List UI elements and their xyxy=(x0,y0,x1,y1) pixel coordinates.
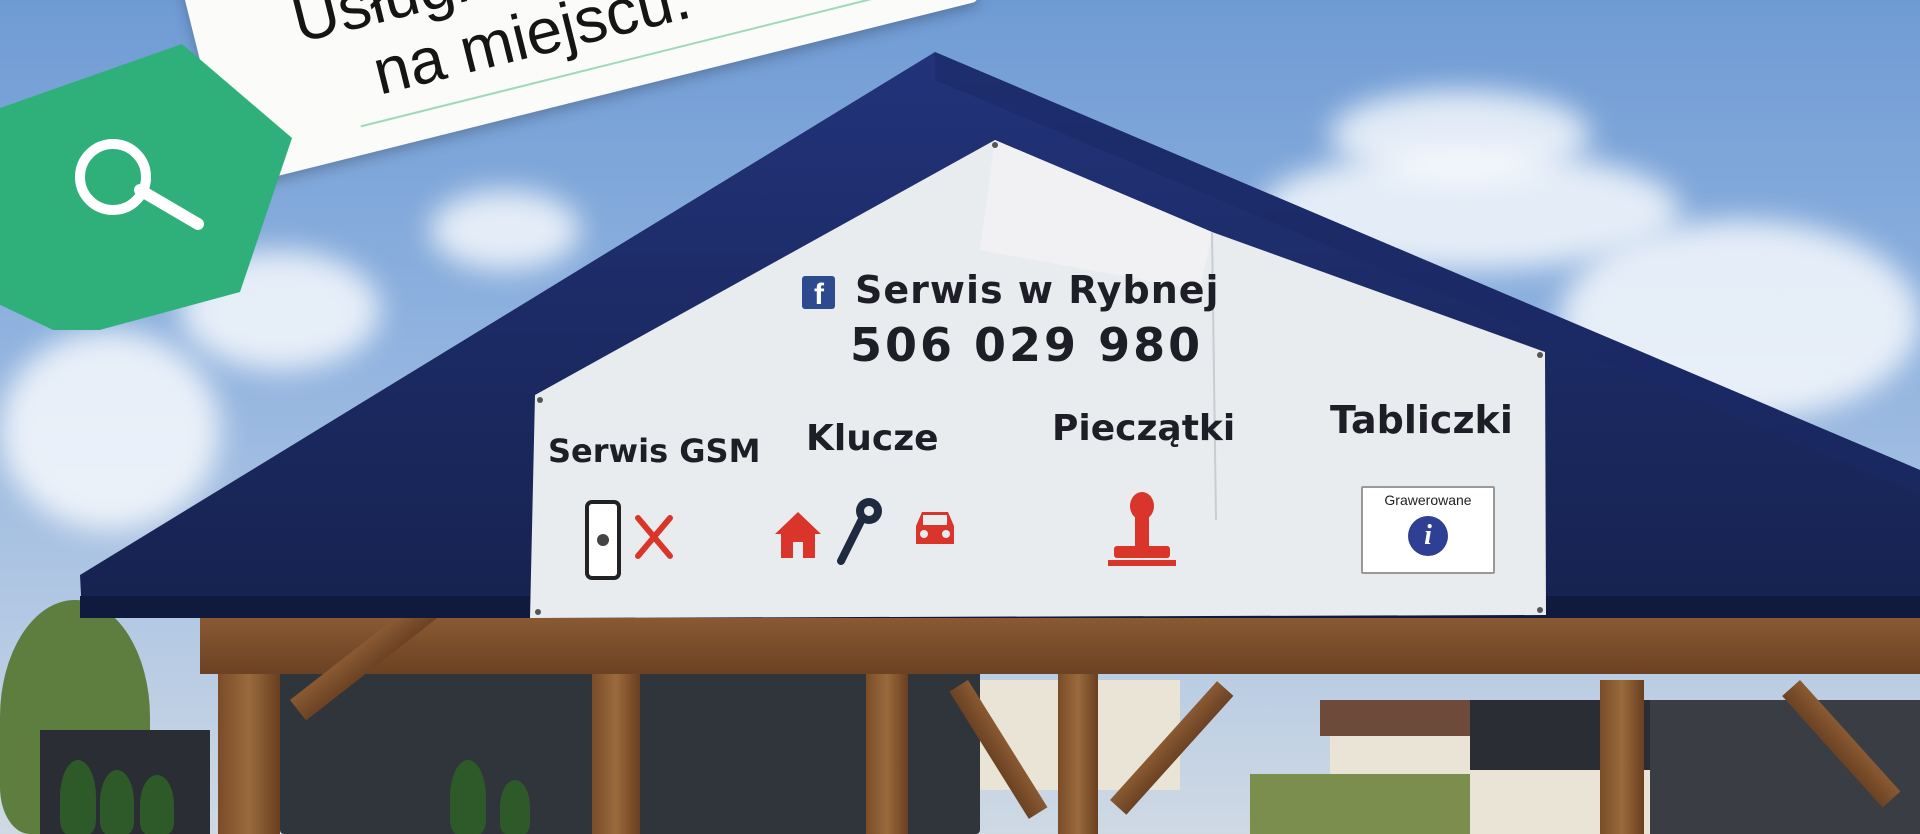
banner-phone: 506 029 980 xyxy=(850,318,1204,372)
service-label-klucze: Klucze xyxy=(806,418,939,459)
plate-caption: Grawerowane xyxy=(1384,492,1472,508)
engraved-plate: Grawerowane i xyxy=(1361,486,1495,574)
house-icon xyxy=(775,512,821,558)
key-icon xyxy=(837,498,882,565)
info-icon: i xyxy=(1408,516,1448,556)
service-label-tabliczki: Tabliczki xyxy=(1330,398,1513,442)
car-icon xyxy=(916,512,954,544)
smartphone-icon xyxy=(585,500,621,580)
stamp-icon xyxy=(1108,492,1176,566)
search-icon xyxy=(75,139,204,230)
banner-page-name: Serwis w Rybnej xyxy=(855,268,1220,312)
info-icon-glyph: i xyxy=(1424,520,1432,551)
service-label-pieczatki: Pieczątki xyxy=(1052,408,1236,449)
tools-icon xyxy=(635,515,673,559)
facebook-icon: f xyxy=(802,276,835,311)
service-label-gsm: Serwis GSM xyxy=(548,432,761,470)
